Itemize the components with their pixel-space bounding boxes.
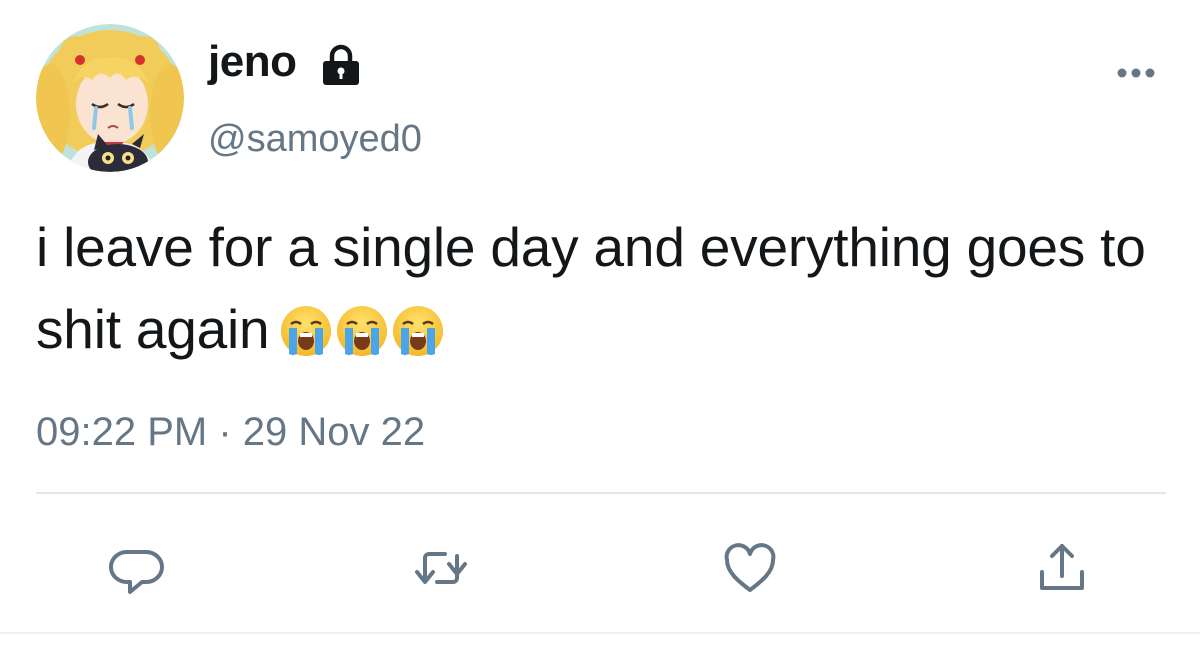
lock-icon xyxy=(318,42,364,88)
emoji-row xyxy=(279,298,447,380)
loudly-crying-face-emoji xyxy=(391,298,445,356)
loudly-crying-face-emoji xyxy=(335,298,389,356)
tweet-text-body: i leave for a single day and everything … xyxy=(36,216,1146,360)
loudly-crying-face-emoji xyxy=(279,298,333,356)
share-icon xyxy=(1040,544,1084,590)
display-name[interactable]: jeno xyxy=(208,40,297,84)
retweet-button[interactable] xyxy=(409,536,473,600)
retweet-icon xyxy=(415,552,467,584)
share-button[interactable] xyxy=(1030,536,1094,600)
reply-icon xyxy=(109,550,164,594)
more-horizontal-icon[interactable] xyxy=(1112,58,1160,88)
tweet-timestamp[interactable]: 09:22 PM · 29 Nov 22 xyxy=(36,412,425,452)
username-handle[interactable]: @samoyed0 xyxy=(208,120,422,158)
like-button[interactable] xyxy=(718,536,782,600)
divider xyxy=(36,492,1166,494)
tweet-text: i leave for a single day and everything … xyxy=(36,206,1166,380)
reply-button[interactable] xyxy=(106,536,170,600)
bottom-divider xyxy=(0,632,1200,634)
tweet-card: jeno @samoyed0 i leave for a single day … xyxy=(0,0,1200,652)
heart-icon xyxy=(724,543,776,592)
avatar[interactable] xyxy=(36,24,184,172)
